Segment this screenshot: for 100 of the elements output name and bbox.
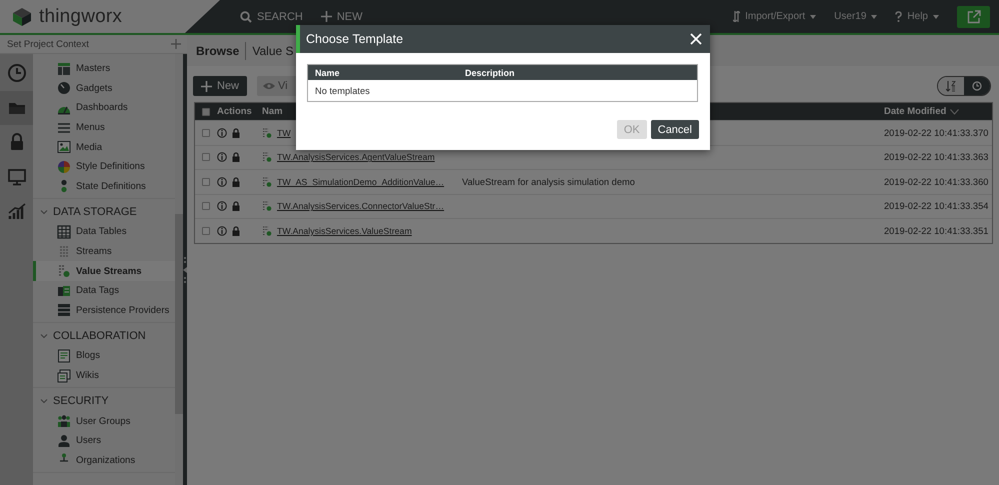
dialog-button[interactable]: Cancel [650,120,699,139]
clock-icon [972,81,982,91]
external-link-button[interactable] [957,6,990,28]
nav-item[interactable]: Wikis [33,366,175,386]
menu-icon [57,120,71,135]
date-cell-text: 2019-02-22 10:41:33.351 [884,226,990,236]
chevron-icon [40,332,48,340]
nav-item[interactable]: Masters [33,59,175,79]
chevron-icon [40,208,48,216]
monitor-icon [6,166,26,187]
lock-icon[interactable] [232,152,240,162]
info-icon[interactable] [217,176,227,187]
external-link-icon [966,10,980,24]
nav-item[interactable]: State Definitions [33,176,175,196]
section-header[interactable]: COLLABORATION [33,325,175,346]
caret-icon [871,14,878,18]
nav-item[interactable]: Data Tags [33,280,175,301]
table-icon [57,224,71,239]
date-cell-text: 2019-02-22 10:41:33.363 [884,152,990,162]
nav-item[interactable]: Value Streams [33,261,175,281]
dialog-title: Choose Template [306,32,404,46]
group-icon [57,414,71,428]
entity-link[interactable]: TW.AnalysisServices.ConnectorValueStr… [277,201,444,212]
scrollbar[interactable] [175,54,183,485]
entity-link[interactable]: TW.AnalysisServices.AgentValueStream [277,152,435,162]
row-checkbox[interactable] [202,226,210,235]
section-header[interactable]: SECURITY [33,390,175,412]
close-button[interactable] [690,33,702,45]
plus-icon [320,11,332,22]
nav-item[interactable]: User Groups [33,411,175,431]
row-checkbox[interactable] [202,128,210,137]
stream-icon [57,244,71,259]
nav-item[interactable]: Organizations [33,450,175,470]
grip-icon [183,254,187,284]
chevron-down-icon [950,108,960,114]
empty-message: No templates [314,84,371,98]
user-icon [57,434,71,448]
logo-icon [12,6,32,26]
plus-icon [201,80,212,92]
breadcrumb-link[interactable]: Browse [196,44,240,58]
description-cell-text: ValueStream for analysis simulation demo [462,176,636,187]
nav-item[interactable]: Persistence Providers [33,300,175,320]
entity-link[interactable]: TW.AnalysisServices.ValueStream [277,226,412,236]
nav-item[interactable]: Streams [33,242,175,262]
column-header[interactable]: Actions [217,106,262,117]
column-header: Description [465,68,516,78]
transfer-icon [733,11,740,22]
row-checkbox[interactable] [202,178,210,186]
date-cell-text: 2019-02-22 10:41:33.370 [884,128,990,138]
nav-item[interactable]: Style Definitions [33,156,175,177]
nav-item[interactable]: Dashboards [33,98,175,118]
nav-item[interactable]: Gadgets [33,78,175,98]
color-wheel-icon [57,160,71,174]
breadcrumb-current: Value S [252,44,294,58]
sort-alpha-icon [946,80,956,92]
caret-icon [933,14,939,18]
stream-icon [262,226,272,236]
stream-icon [262,128,272,138]
document-icon [57,348,71,363]
close-icon [690,33,702,45]
nav-item[interactable]: Data Tables [33,222,175,242]
lock-icon[interactable] [232,176,240,187]
entity-link[interactable]: TW_AS_SimulationDemo_AdditionValue… [277,176,444,187]
menu-dropdown[interactable]: Import/Export [733,11,816,22]
select-all-checkbox[interactable] [202,108,210,116]
section-header[interactable]: DATA STORAGE [33,201,175,222]
nav-item[interactable]: Blogs [33,346,175,366]
row-checkbox[interactable] [202,202,210,210]
nav-item[interactable]: Users [33,430,175,450]
nav-item[interactable]: Media [33,137,175,157]
info-icon[interactable] [217,128,227,138]
lock-icon[interactable] [232,226,240,236]
help-icon [895,11,902,22]
tag-icon [57,284,71,298]
search-link[interactable]: SEARCH [240,10,303,22]
project-context-label: Set Project Context [7,38,89,50]
new-button[interactable]: New [193,76,248,96]
storage-icon [57,303,71,318]
info-icon[interactable] [217,201,227,212]
date-cell-text: 2019-02-22 10:41:33.354 [884,201,990,212]
splitter-handle[interactable] [183,54,187,485]
nav-item[interactable]: Menus [33,118,175,138]
add-icon[interactable] [171,39,181,49]
lock-icon[interactable] [232,201,240,212]
menu-dropdown[interactable]: Help [895,11,939,22]
chevron-icon [40,396,48,405]
entity-link[interactable]: TW [277,128,291,138]
info-icon[interactable] [217,226,227,236]
new-link[interactable]: NEW [320,10,363,22]
menu-dropdown[interactable]: User19 [834,11,878,22]
image-icon [57,140,71,154]
lock-icon[interactable] [232,128,240,138]
sort-toggle[interactable] [938,77,964,95]
caret-icon [810,14,816,18]
column-header: Name [315,68,341,78]
info-icon[interactable] [217,152,227,162]
column-header[interactable]: Date Modified [884,106,992,117]
sort-toggle[interactable] [964,77,990,95]
row-checkbox[interactable] [202,153,210,162]
stream-icon [57,264,71,278]
